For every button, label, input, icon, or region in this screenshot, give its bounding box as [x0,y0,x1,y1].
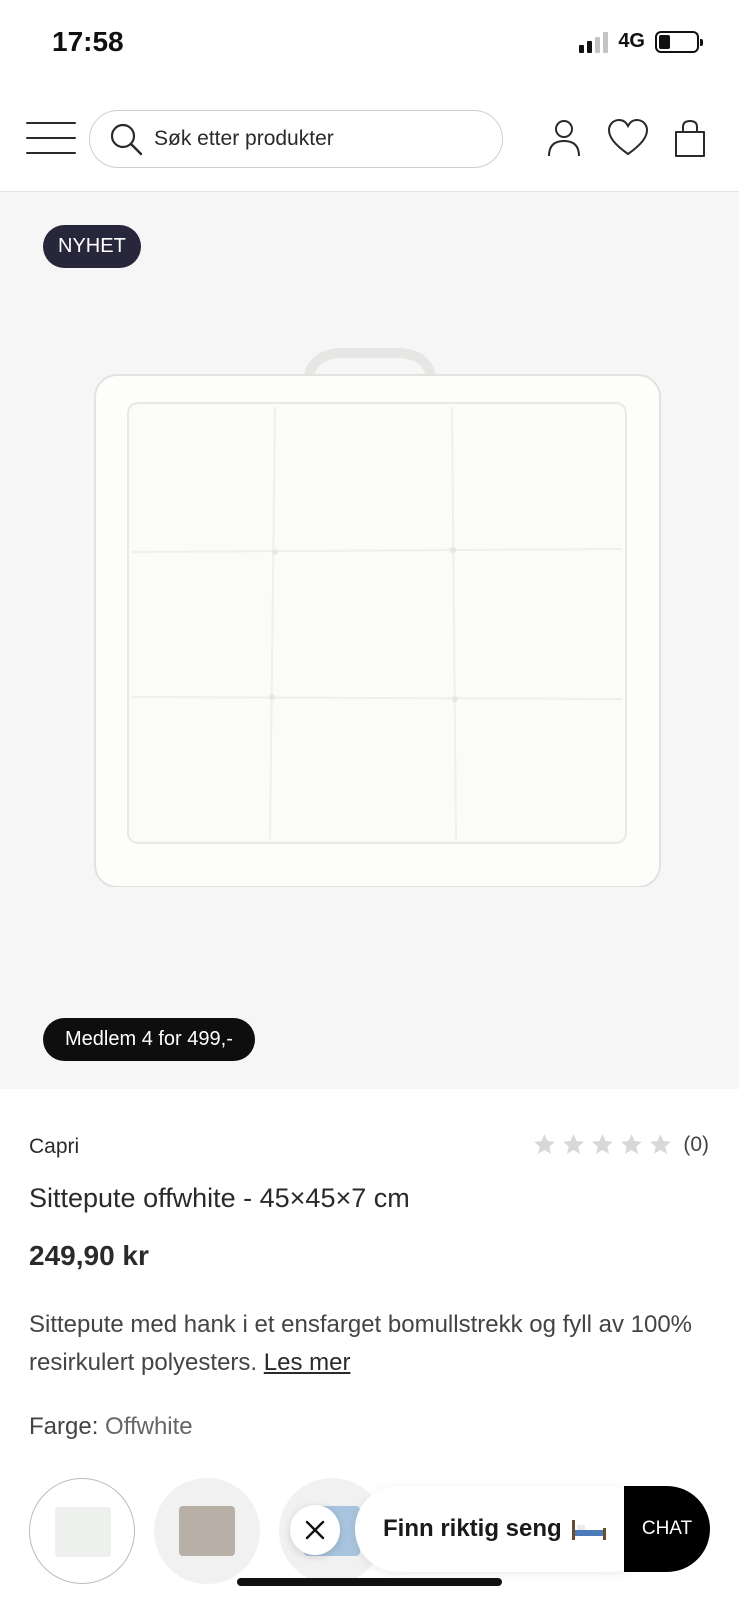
product-price: 249,90 kr [29,1240,149,1271]
swatch-image [179,1506,235,1556]
find-bed-label: Finn riktig seng [383,1515,562,1542]
bag-icon[interactable] [668,116,712,160]
battery-icon [655,30,703,53]
close-chat-button[interactable] [290,1505,340,1555]
color-label: Farge: [29,1413,99,1440]
home-indicator [237,1578,502,1586]
heart-icon[interactable] [606,116,650,160]
status-bar: 17:58 4G [0,0,739,90]
site-header: Søk etter produkter [0,90,739,192]
color-swatch-offwhite[interactable] [29,1478,135,1584]
description-text: Sittepute med hank i et ensfarget bomull… [29,1311,693,1376]
product-image [94,348,661,887]
star-icon [563,1134,585,1154]
star-icon [592,1134,614,1154]
color-swatch-grey[interactable] [154,1478,260,1584]
new-badge: NYHET [43,225,141,268]
user-icon[interactable] [542,116,586,160]
swatch-image [55,1507,111,1557]
search-icon [110,123,143,156]
read-more-link[interactable]: Les mer [264,1349,351,1376]
member-offer-badge: Medlem 4 for 499,- [43,1018,255,1061]
signal-icon [579,31,609,53]
star-icon [534,1134,556,1154]
find-bed-button[interactable]: Finn riktig seng [355,1486,655,1572]
bed-icon [571,1520,606,1540]
chat-button[interactable]: CHAT [624,1486,710,1572]
close-icon [305,1520,325,1540]
search-placeholder: Søk etter produkter [154,127,334,150]
network-label: 4G [618,30,645,52]
product-rating[interactable]: (0) [532,1132,709,1157]
star-icon [650,1134,672,1154]
product-image-gallery[interactable]: NYHET Medlem 4 for 499,- [0,192,739,1089]
search-input[interactable]: Søk etter produkter [89,110,503,168]
product-description: Sittepute med hank i et ensfarget bomull… [29,1306,719,1382]
status-time: 17:58 [52,26,124,57]
product-brand: Capri [29,1135,80,1158]
color-value: Offwhite [105,1413,193,1440]
status-indicators: 4G [579,30,703,53]
color-selection: Farge: Offwhite [29,1413,193,1441]
rating-count: (0) [683,1132,709,1156]
menu-icon[interactable] [26,122,76,154]
star-icon [621,1134,643,1154]
product-title: Sittepute offwhite - 45×45×7 cm [29,1183,410,1213]
